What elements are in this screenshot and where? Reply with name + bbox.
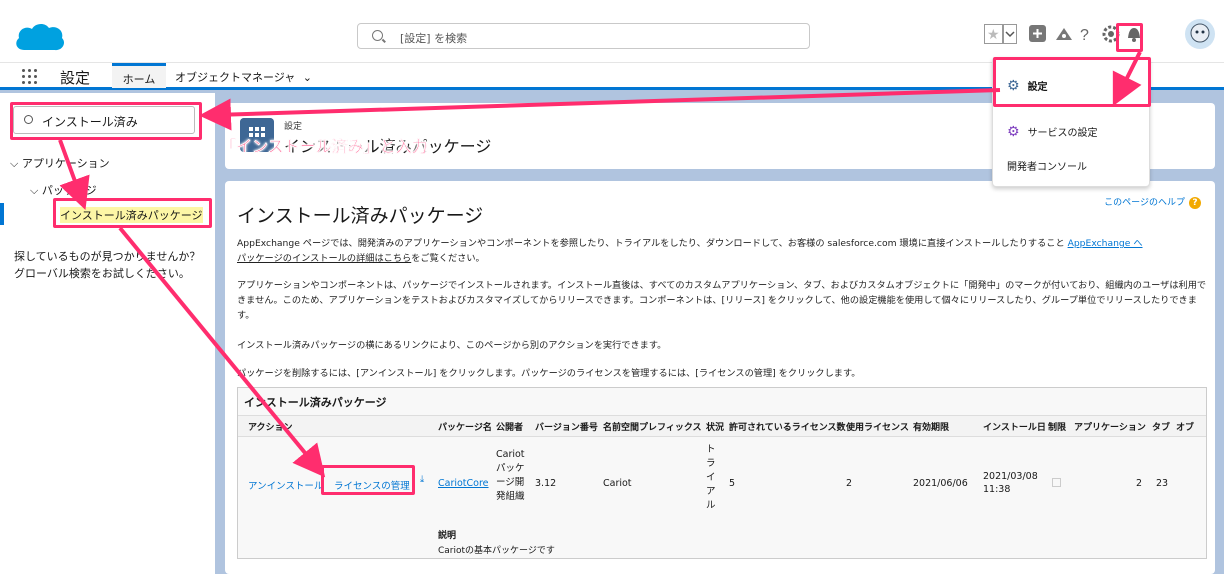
annotation-callout: 「インストール済み」と入力 — [220, 137, 428, 156]
annotation-arrows — [58, 51, 1142, 478]
